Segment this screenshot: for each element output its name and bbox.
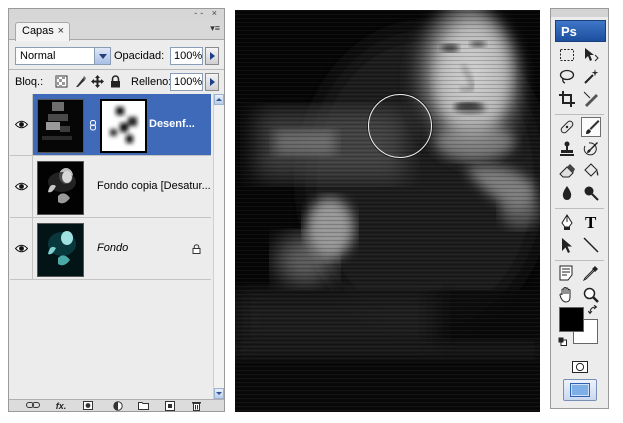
hand-icon[interactable]: [557, 285, 577, 305]
layer-thumbnail[interactable]: [37, 161, 84, 215]
close-icon[interactable]: ×: [58, 23, 64, 40]
blend-mode-select[interactable]: Normal: [15, 47, 111, 65]
fill-slider-button[interactable]: [205, 73, 219, 91]
adjustment-icon[interactable]: [111, 401, 125, 411]
pen-icon[interactable]: [557, 213, 577, 233]
slice-icon[interactable]: [581, 89, 601, 109]
fx-icon[interactable]: fx.: [53, 401, 69, 411]
fill-field[interactable]: 100%: [170, 73, 203, 91]
paint-bucket-icon[interactable]: [581, 161, 601, 181]
move-icon[interactable]: [581, 45, 601, 65]
line-icon[interactable]: [581, 235, 601, 255]
chain-link-icon[interactable]: [90, 120, 96, 134]
panel-tab-row: Capas × ▾≡: [9, 19, 224, 41]
tool-separator: [555, 114, 604, 115]
lock-row: Bloq.: Relleno: 100%: [13, 73, 220, 93]
eye-icon: [15, 244, 28, 253]
layer-mask-thumbnail[interactable]: [100, 99, 147, 153]
layers-scrollbar[interactable]: [213, 94, 224, 399]
layers-list: Desenf... Fondo copia [Desatur... Fondo: [10, 94, 211, 399]
divider: [9, 69, 224, 70]
tab-label: Capas: [22, 25, 54, 37]
healing-brush-icon[interactable]: [557, 117, 577, 137]
lock-transparent-icon[interactable]: [55, 75, 68, 88]
panel-menu-icon[interactable]: ▾≡: [210, 23, 220, 33]
quick-mask-icon[interactable]: [570, 357, 590, 377]
layer-name[interactable]: Desenf...: [149, 118, 195, 130]
blend-row: Normal Opacidad: 100%: [13, 47, 220, 67]
fill-label: Relleno:: [131, 76, 172, 88]
document-canvas[interactable]: [235, 10, 540, 412]
layer-row-desenfocar[interactable]: Desenf...: [10, 94, 211, 156]
tools-panel: Ps T: [550, 8, 609, 409]
lock-label: Bloq.:: [15, 76, 44, 88]
layer-thumbnail[interactable]: [37, 223, 84, 277]
eraser-icon[interactable]: [557, 161, 577, 181]
tool-separator: [555, 260, 604, 261]
group-icon[interactable]: [137, 401, 149, 411]
new-layer-icon[interactable]: [164, 401, 176, 411]
visibility-toggle[interactable]: [10, 156, 33, 217]
tab-capas[interactable]: Capas ×: [15, 22, 70, 41]
tool-separator: [555, 208, 604, 209]
layer-name[interactable]: Fondo: [97, 242, 128, 254]
eyedropper-icon[interactable]: [581, 263, 601, 283]
layer-row-fondo-copia[interactable]: Fondo copia [Desatur...: [10, 156, 211, 218]
chevron-down-icon[interactable]: [94, 48, 110, 64]
lock-all-icon[interactable]: [109, 75, 122, 88]
magic-wand-icon[interactable]: [581, 67, 601, 87]
mask-icon[interactable]: [82, 401, 94, 411]
dodge-icon[interactable]: [581, 183, 601, 203]
layer-thumbnail[interactable]: [37, 99, 84, 153]
type-icon[interactable]: T: [581, 213, 601, 233]
clone-stamp-icon[interactable]: [557, 139, 577, 159]
lock-position-icon[interactable]: [91, 75, 104, 88]
foreground-color-swatch[interactable]: [559, 307, 584, 332]
ps-logo[interactable]: Ps: [555, 20, 606, 42]
scroll-up-button[interactable]: [214, 94, 224, 105]
crop-icon[interactable]: [557, 89, 577, 109]
visibility-toggle[interactable]: [10, 218, 33, 279]
panel-title-bar[interactable]: -- ×: [9, 9, 224, 19]
screen-mode-icon[interactable]: [563, 379, 597, 401]
notes-icon[interactable]: [557, 263, 577, 283]
opacity-field[interactable]: 100%: [170, 47, 203, 65]
brush-icon[interactable]: [581, 117, 601, 137]
eye-icon: [15, 120, 28, 129]
type-tool-glyph: T: [585, 213, 597, 232]
lock-pixels-icon[interactable]: [74, 75, 87, 88]
canvas-image: [235, 10, 540, 412]
path-selection-icon[interactable]: [557, 235, 577, 255]
brush-cursor: [368, 94, 432, 158]
opacity-label: Opacidad:: [114, 50, 165, 62]
trash-icon[interactable]: [190, 401, 202, 411]
history-brush-icon[interactable]: [581, 139, 601, 159]
blend-mode-value: Normal: [20, 50, 56, 62]
lasso-icon[interactable]: [557, 67, 577, 87]
eye-icon: [15, 182, 28, 191]
opacity-slider-button[interactable]: [205, 47, 219, 65]
zoom-icon[interactable]: [581, 285, 601, 305]
default-colors-icon[interactable]: [558, 337, 567, 349]
lock-icon: [192, 244, 201, 257]
tools-title-bar[interactable]: [551, 9, 608, 17]
swap-colors-icon[interactable]: [587, 304, 598, 318]
visibility-toggle[interactable]: [10, 94, 33, 155]
panel-window-buttons[interactable]: -- ×: [194, 9, 220, 18]
marquee-icon[interactable]: [557, 45, 577, 65]
layers-bottom-bar: fx.: [9, 399, 224, 411]
scroll-down-button[interactable]: [214, 388, 224, 399]
blur-icon[interactable]: [557, 183, 577, 203]
layer-name[interactable]: Fondo copia [Desatur...: [97, 180, 211, 192]
layers-panel: -- × Capas × ▾≡ Normal Opacidad: 100% Bl…: [8, 8, 225, 412]
layer-row-fondo[interactable]: Fondo: [10, 218, 211, 280]
link-icon[interactable]: [25, 401, 41, 411]
